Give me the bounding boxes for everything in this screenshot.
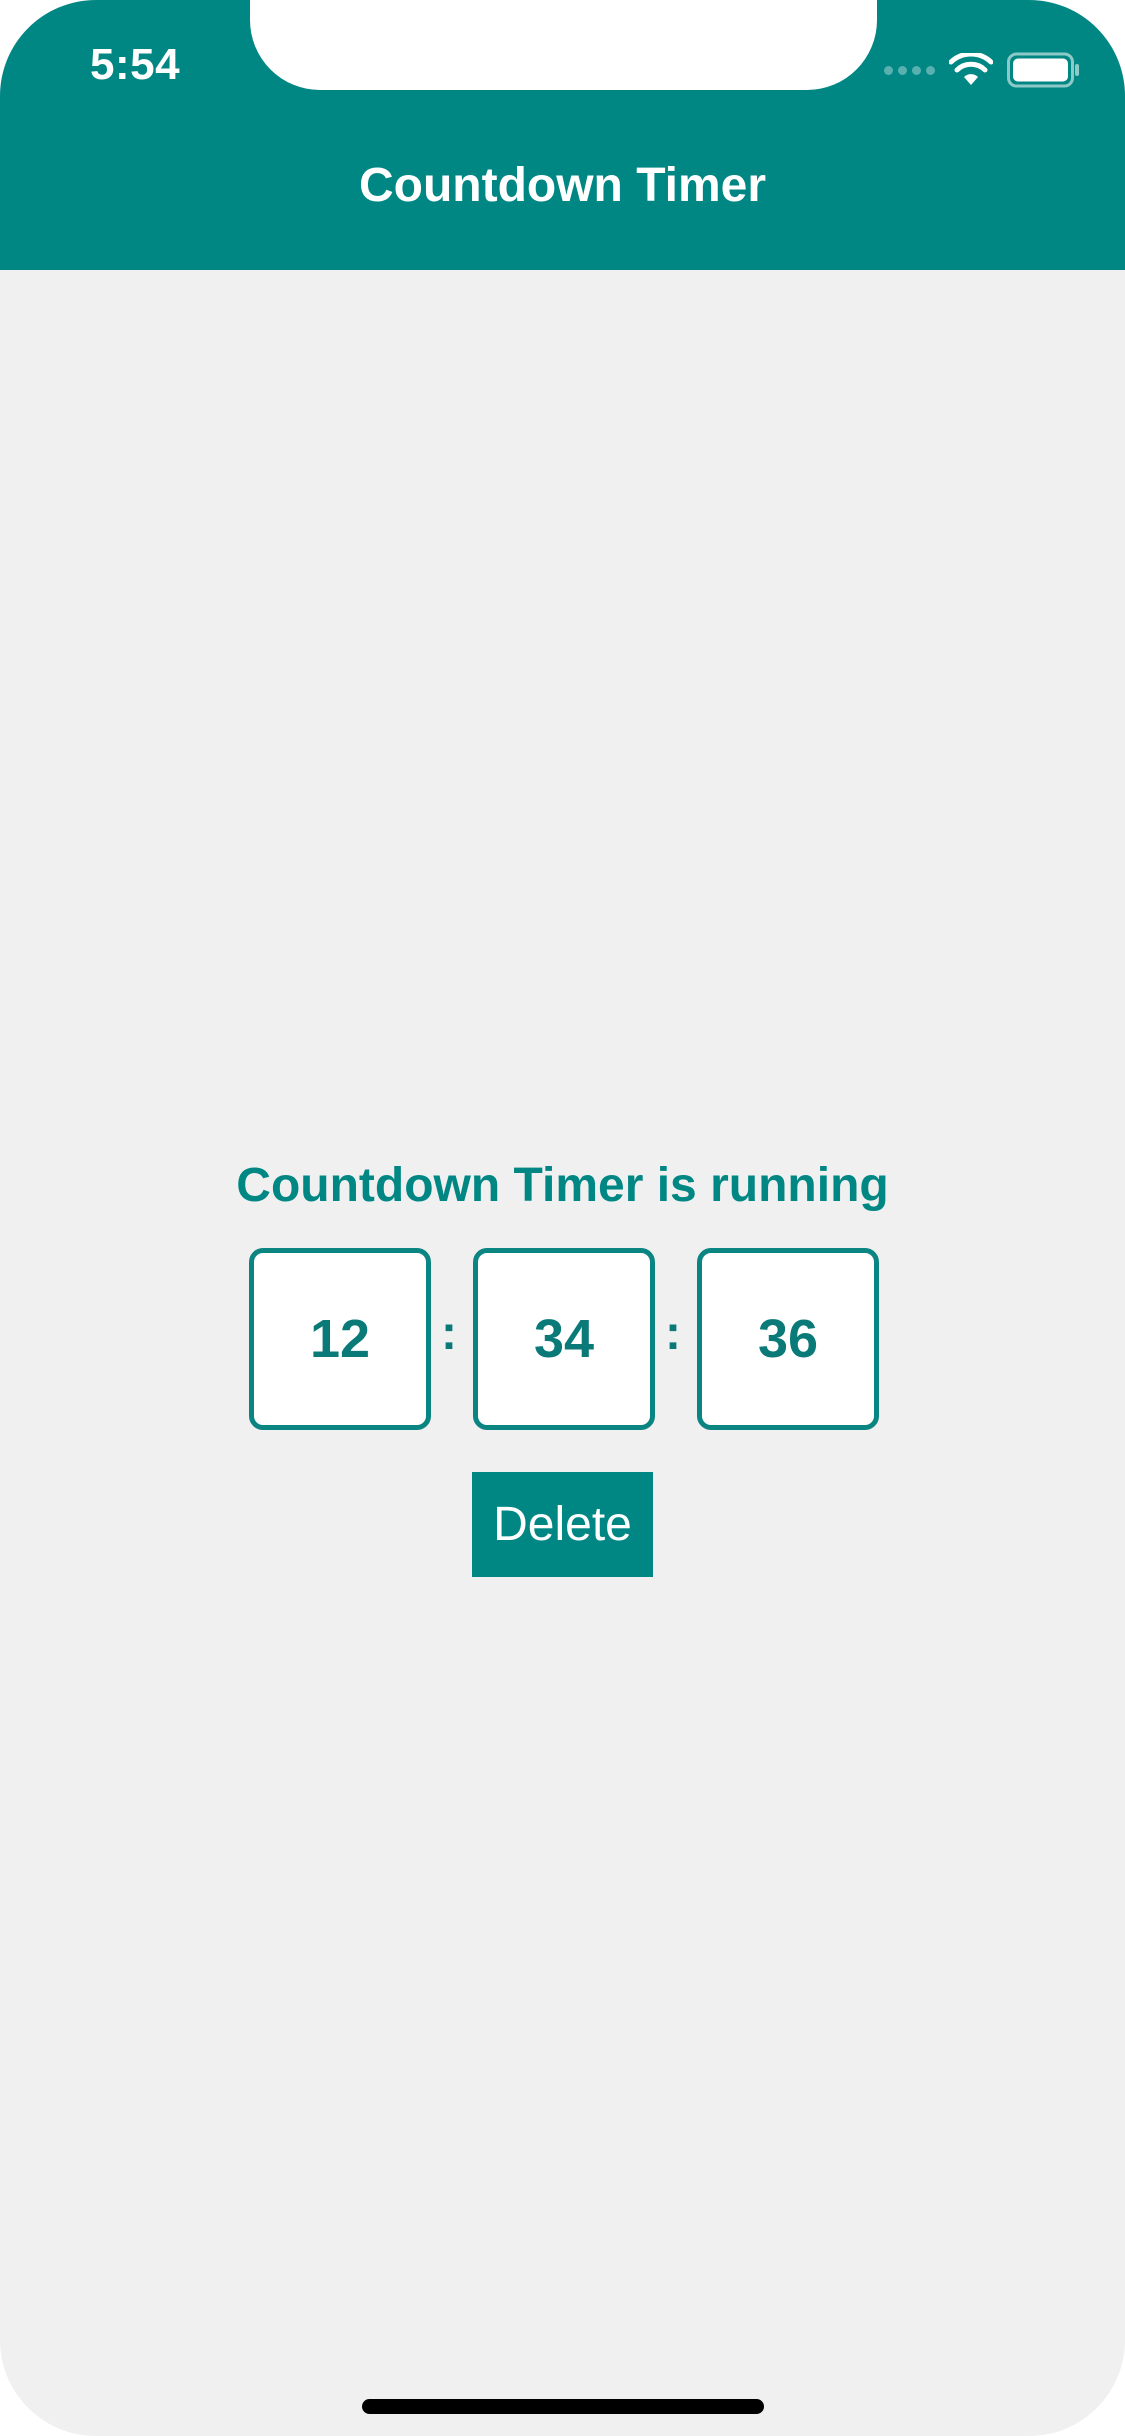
- time-separator: :: [441, 1307, 457, 1360]
- minutes-box: 34: [473, 1248, 655, 1430]
- cellular-signal-icon: [884, 65, 935, 75]
- home-indicator[interactable]: [362, 2399, 764, 2414]
- time-separator: :: [665, 1307, 681, 1360]
- wifi-icon: [949, 53, 993, 85]
- timer-display: 12 : 34 : 36: [0, 1248, 1125, 1430]
- device-notch: [250, 0, 877, 90]
- main-content: Countdown Timer is running 12 : 34 : 36 …: [0, 270, 1125, 2436]
- delete-button[interactable]: Delete: [472, 1472, 653, 1577]
- battery-icon: [1007, 52, 1079, 88]
- navigation-header: 5:54 Countdown Timer: [0, 0, 1125, 270]
- seconds-box: 36: [697, 1248, 879, 1430]
- app-screen: 5:54 Countdown Timer Countdown Timer is …: [0, 0, 1125, 2436]
- status-bar-icons: [884, 50, 1081, 90]
- page-title: Countdown Timer: [358, 159, 767, 212]
- timer-status-label: Countdown Timer is running: [236, 1159, 889, 1212]
- status-bar-time: 5:54: [90, 40, 181, 89]
- hours-box: 12: [249, 1248, 431, 1430]
